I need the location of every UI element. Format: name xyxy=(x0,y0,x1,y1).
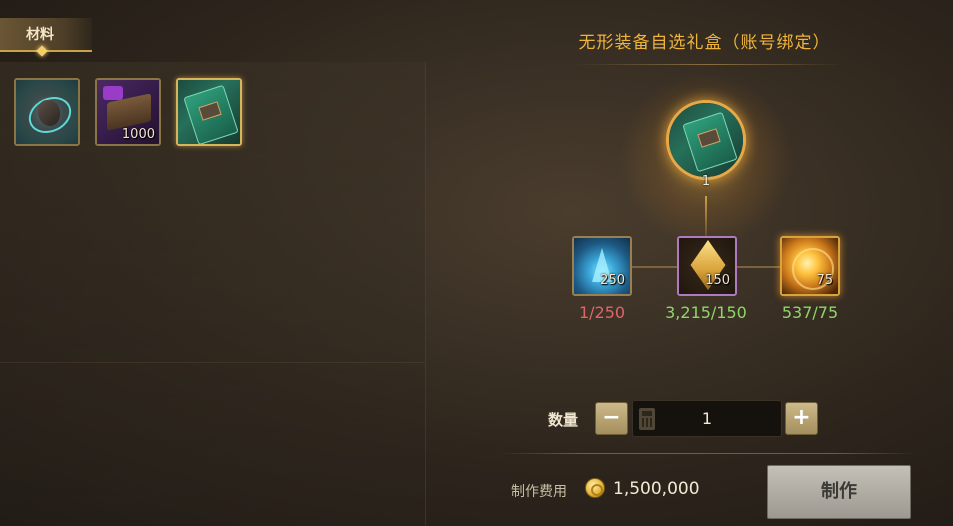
quantity-field[interactable]: 1 xyxy=(632,400,782,437)
cost-value: 1,500,000 xyxy=(613,479,700,499)
requirement-progress: 537/75 xyxy=(781,303,839,322)
requirement-amount: 75 xyxy=(816,273,833,288)
requirement-amount: 250 xyxy=(600,273,625,288)
green-card-icon xyxy=(178,80,240,144)
green-card-icon xyxy=(669,103,743,177)
quantity-label: 数量 xyxy=(548,411,579,429)
material-quantity: 1000 xyxy=(121,127,155,142)
material-slot-orbit-ore[interactable] xyxy=(14,78,80,146)
result-quantity: 1 xyxy=(701,174,711,189)
requirement-slot-gold-cube[interactable]: 150 xyxy=(677,236,737,296)
material-slot-purple-book[interactable]: 1000 xyxy=(95,78,161,146)
increase-quantity-button[interactable]: + xyxy=(785,402,818,435)
decrease-quantity-button[interactable]: − xyxy=(595,402,628,435)
materials-tab[interactable]: 材料 xyxy=(0,18,92,57)
quantity-value: 1 xyxy=(701,409,713,428)
gold-coin-icon xyxy=(585,478,605,498)
requirement-progress: 1/250 xyxy=(578,303,626,322)
title-divider xyxy=(575,64,843,65)
recipe-connector xyxy=(705,196,707,240)
materials-tab-label: 材料 xyxy=(26,27,54,43)
make-button[interactable]: 制作 xyxy=(767,465,911,519)
requirement-amount: 150 xyxy=(705,273,730,288)
recipe-title: 无形装备自选礼盒（账号绑定） xyxy=(578,33,831,53)
requirement-progress: 3,215/150 xyxy=(665,303,747,322)
requirement-slot-gold-sphere[interactable]: 75 xyxy=(780,236,840,296)
requirement-slot-blue-crystal[interactable]: 250 xyxy=(572,236,632,296)
orbit-ore-icon xyxy=(16,80,78,144)
divider xyxy=(498,453,918,454)
tab-indicator xyxy=(36,45,48,57)
result-item-slot[interactable] xyxy=(666,100,746,180)
material-slot-green-card[interactable] xyxy=(176,78,242,146)
cost-label: 制作费用 xyxy=(511,484,567,500)
